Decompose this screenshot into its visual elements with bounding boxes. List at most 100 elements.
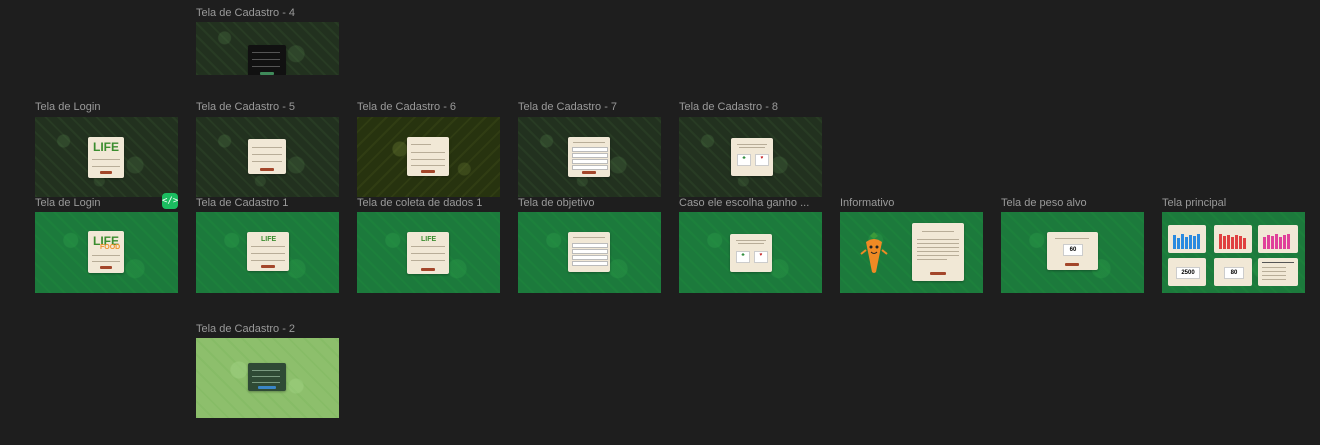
bar-chart (1219, 233, 1246, 249)
field-line (252, 370, 280, 371)
form-button (1065, 263, 1079, 266)
frame-thumbnail[interactable]: LIFE (35, 117, 178, 197)
frame-thumbnail[interactable] (196, 338, 339, 418)
heart-icon: ♥ (759, 252, 763, 258)
stat-value: 80 (1224, 267, 1244, 279)
choice-tile: ♥ (755, 154, 769, 166)
frame-thumbnail[interactable]: LIFE (196, 212, 339, 293)
frame-thumbnail[interactable] (518, 212, 661, 293)
frame-label[interactable]: Tela de Cadastro - 6 (357, 101, 456, 113)
frame-thumbnail[interactable]: ♣ ♥ (679, 212, 822, 293)
frame-label[interactable]: Tela de coleta de dados 1 (357, 197, 482, 209)
frame-label[interactable]: Caso ele escolha ganho ... (679, 197, 809, 209)
option (572, 255, 608, 260)
choice-tile: ♣ (737, 154, 751, 166)
field-line (252, 66, 280, 67)
frame-thumbnail[interactable] (196, 117, 339, 197)
frame-label[interactable]: Tela de Cadastro - 7 (518, 101, 617, 113)
leaf-icon: ♣ (742, 155, 746, 161)
login-card: LIFE FOOD (88, 231, 124, 273)
chart-panel-red (1214, 225, 1252, 253)
form-button (261, 265, 275, 268)
field-line (252, 147, 282, 148)
text-line (917, 243, 959, 244)
option (572, 159, 608, 164)
form-button (421, 170, 435, 173)
frame-label[interactable]: Tela de Login (35, 101, 100, 113)
text-line (739, 147, 765, 148)
frame-thumbnail[interactable] (357, 117, 500, 197)
question-line (573, 237, 605, 238)
frame-thumbnail[interactable]: LIFE FOOD (35, 212, 178, 293)
frame-label[interactable]: Tela de Cadastro - 8 (679, 101, 778, 113)
frame-label[interactable]: Tela de Login (35, 197, 100, 209)
form-button (421, 268, 435, 271)
field-line (411, 159, 445, 160)
form-button (260, 72, 274, 75)
frame-thumbnail[interactable]: ♣ ♥ (679, 117, 822, 197)
frame-label[interactable]: Tela principal (1162, 197, 1226, 209)
chart-panel-pink (1258, 225, 1298, 253)
weight-card: 60 (1047, 232, 1098, 270)
choice-card: ♣ ♥ (730, 234, 772, 272)
stat-value: 2500 (1176, 267, 1200, 279)
form-card (248, 363, 286, 391)
bar-chart (1173, 233, 1200, 249)
logo-life: LIFE (261, 236, 277, 243)
options-card (568, 137, 610, 177)
form-button (258, 386, 276, 389)
text-line (1262, 262, 1294, 263)
text-line (738, 243, 764, 244)
field-line (411, 246, 445, 247)
text-line (1055, 238, 1089, 239)
field-line (251, 260, 285, 261)
field-line (251, 246, 285, 247)
frame-label[interactable]: Tela de Cadastro - 4 (196, 7, 295, 19)
carrot-mascot-icon (860, 232, 888, 273)
field-line (411, 144, 431, 145)
field-line (411, 152, 445, 153)
frame-thumbnail[interactable] (840, 212, 983, 293)
frame-thumbnail[interactable]: 2500 80 (1162, 212, 1305, 293)
frame-label[interactable]: Informativo (840, 197, 894, 209)
field-line (252, 161, 282, 162)
frame-label[interactable]: Tela de Cadastro 1 (196, 197, 288, 209)
option (572, 165, 608, 170)
frame-label[interactable]: Tela de Cadastro - 2 (196, 323, 295, 335)
field-line (411, 165, 445, 166)
frame-label[interactable]: Tela de peso alvo (1001, 197, 1087, 209)
frame-thumbnail[interactable] (196, 22, 339, 75)
choice-card: ♣ ♥ (731, 138, 773, 176)
frame-thumbnail[interactable]: LIFE (357, 212, 500, 293)
logo-life: LIFE (421, 236, 437, 243)
text-line (917, 247, 959, 248)
field-line (411, 253, 445, 254)
frame-label[interactable]: Tela de Cadastro - 5 (196, 101, 295, 113)
frame-thumbnail[interactable]: 60 (1001, 212, 1144, 293)
text-line (737, 144, 767, 145)
option (572, 153, 608, 158)
field-line (252, 154, 282, 155)
login-button (100, 266, 112, 269)
option (572, 243, 608, 248)
form-card (248, 139, 286, 174)
text-line (1262, 271, 1286, 272)
frame-thumbnail[interactable] (518, 117, 661, 197)
frame-label[interactable]: Tela de objetivo (518, 197, 594, 209)
choice-tile: ♥ (754, 251, 768, 263)
text-line (917, 259, 947, 260)
text-line (1262, 275, 1286, 276)
form-card (407, 137, 449, 176)
list-panel (1258, 258, 1298, 286)
field-line (252, 382, 280, 383)
field-line (92, 261, 120, 262)
dev-mode-icon[interactable]: </> (162, 193, 178, 209)
text-line (736, 240, 766, 241)
text-line (917, 251, 959, 252)
stat-panel: 2500 (1168, 258, 1206, 286)
form-button (582, 171, 596, 174)
form-card: LIFE (407, 232, 449, 274)
option (572, 147, 608, 152)
field-line (252, 52, 280, 53)
form-button (930, 272, 946, 275)
